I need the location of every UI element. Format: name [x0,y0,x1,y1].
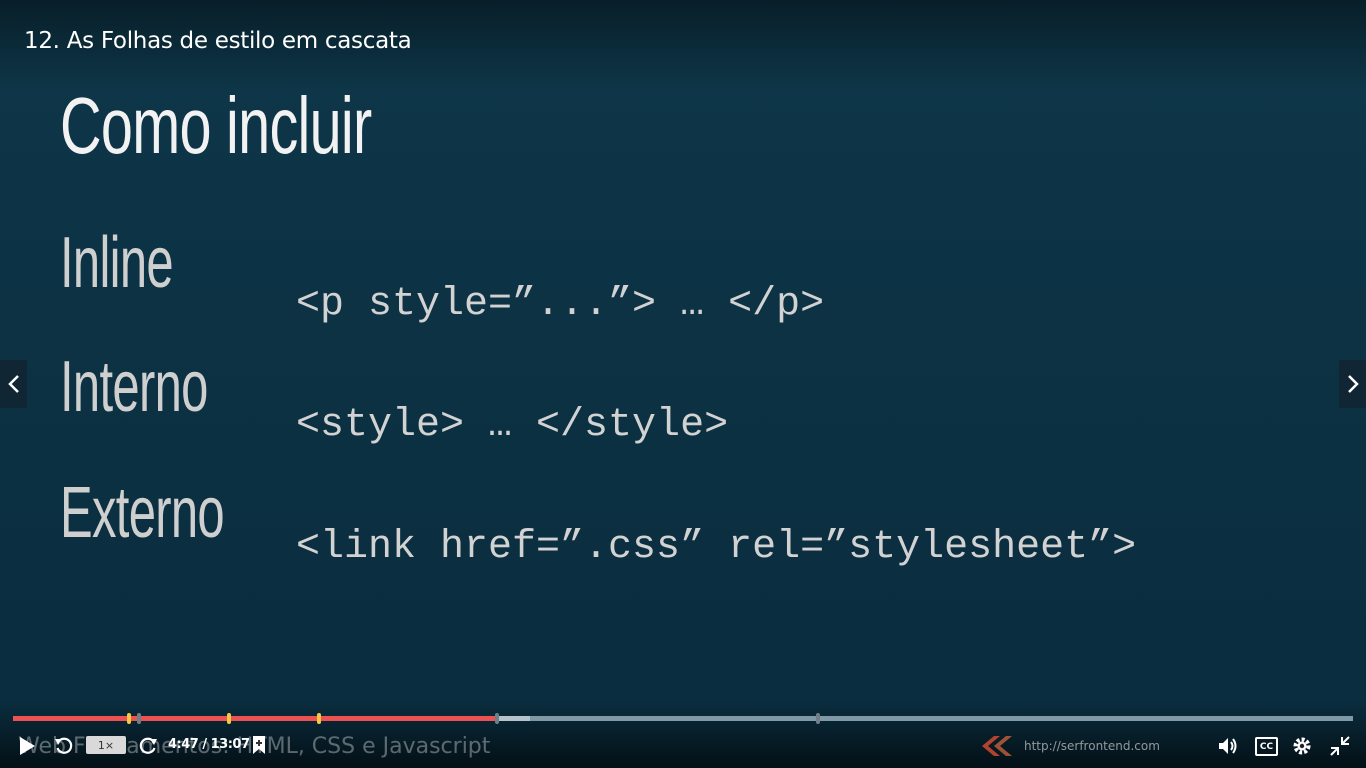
chapter-marker[interactable] [816,713,820,724]
bookmark-marker[interactable] [317,713,321,724]
rewind-icon [55,737,73,754]
chevron-left-icon [7,375,19,393]
lecture-title: 12. As Folhas de estilo em cascata [24,28,412,54]
bookmark-marker[interactable] [127,713,131,724]
slide-term-externo: Externo [60,473,225,553]
previous-lecture-button[interactable] [0,360,27,408]
next-lecture-button[interactable] [1339,360,1366,408]
slide-term-inline: Inline [60,223,174,303]
settings-button[interactable] [1290,734,1314,758]
slide-term-interno: Interno [60,347,208,427]
forward-button[interactable] [136,735,160,757]
serfrontend-logo-icon [982,736,1012,756]
exit-fullscreen-icon [1330,736,1350,756]
progress-played [13,716,497,721]
play-button[interactable] [16,735,38,757]
slide-code-inline: <p style=”...”> … </p> [296,282,825,327]
forward-icon [139,737,157,754]
slide-code-externo: <link href=”.css” rel=”stylesheet”> [296,525,1137,570]
chevron-right-icon [1347,375,1359,393]
chapter-marker[interactable] [137,713,141,724]
exit-fullscreen-button[interactable] [1328,734,1352,758]
slide-heading: Como incluir [60,81,372,170]
settings-icon [1293,737,1311,755]
play-icon [20,737,35,755]
volume-button[interactable] [1216,735,1240,757]
progress-bar[interactable] [13,713,1353,724]
add-bookmark-button[interactable] [248,734,270,756]
chapter-marker[interactable] [495,713,499,724]
time-display: 4:47 / 13:07 [168,737,250,752]
bookmark-add-icon [253,736,265,754]
volume-icon [1219,738,1237,754]
playback-speed-button[interactable]: 1× [86,736,126,754]
slide-code-interno: <style> … </style> [296,403,729,448]
captions-button[interactable]: CC [1255,737,1278,756]
rewind-button[interactable] [52,735,76,757]
bookmark-marker[interactable] [227,713,231,724]
brand-watermark: http://serfrontend.com [978,732,1160,760]
brand-url: http://serfrontend.com [1024,739,1160,753]
